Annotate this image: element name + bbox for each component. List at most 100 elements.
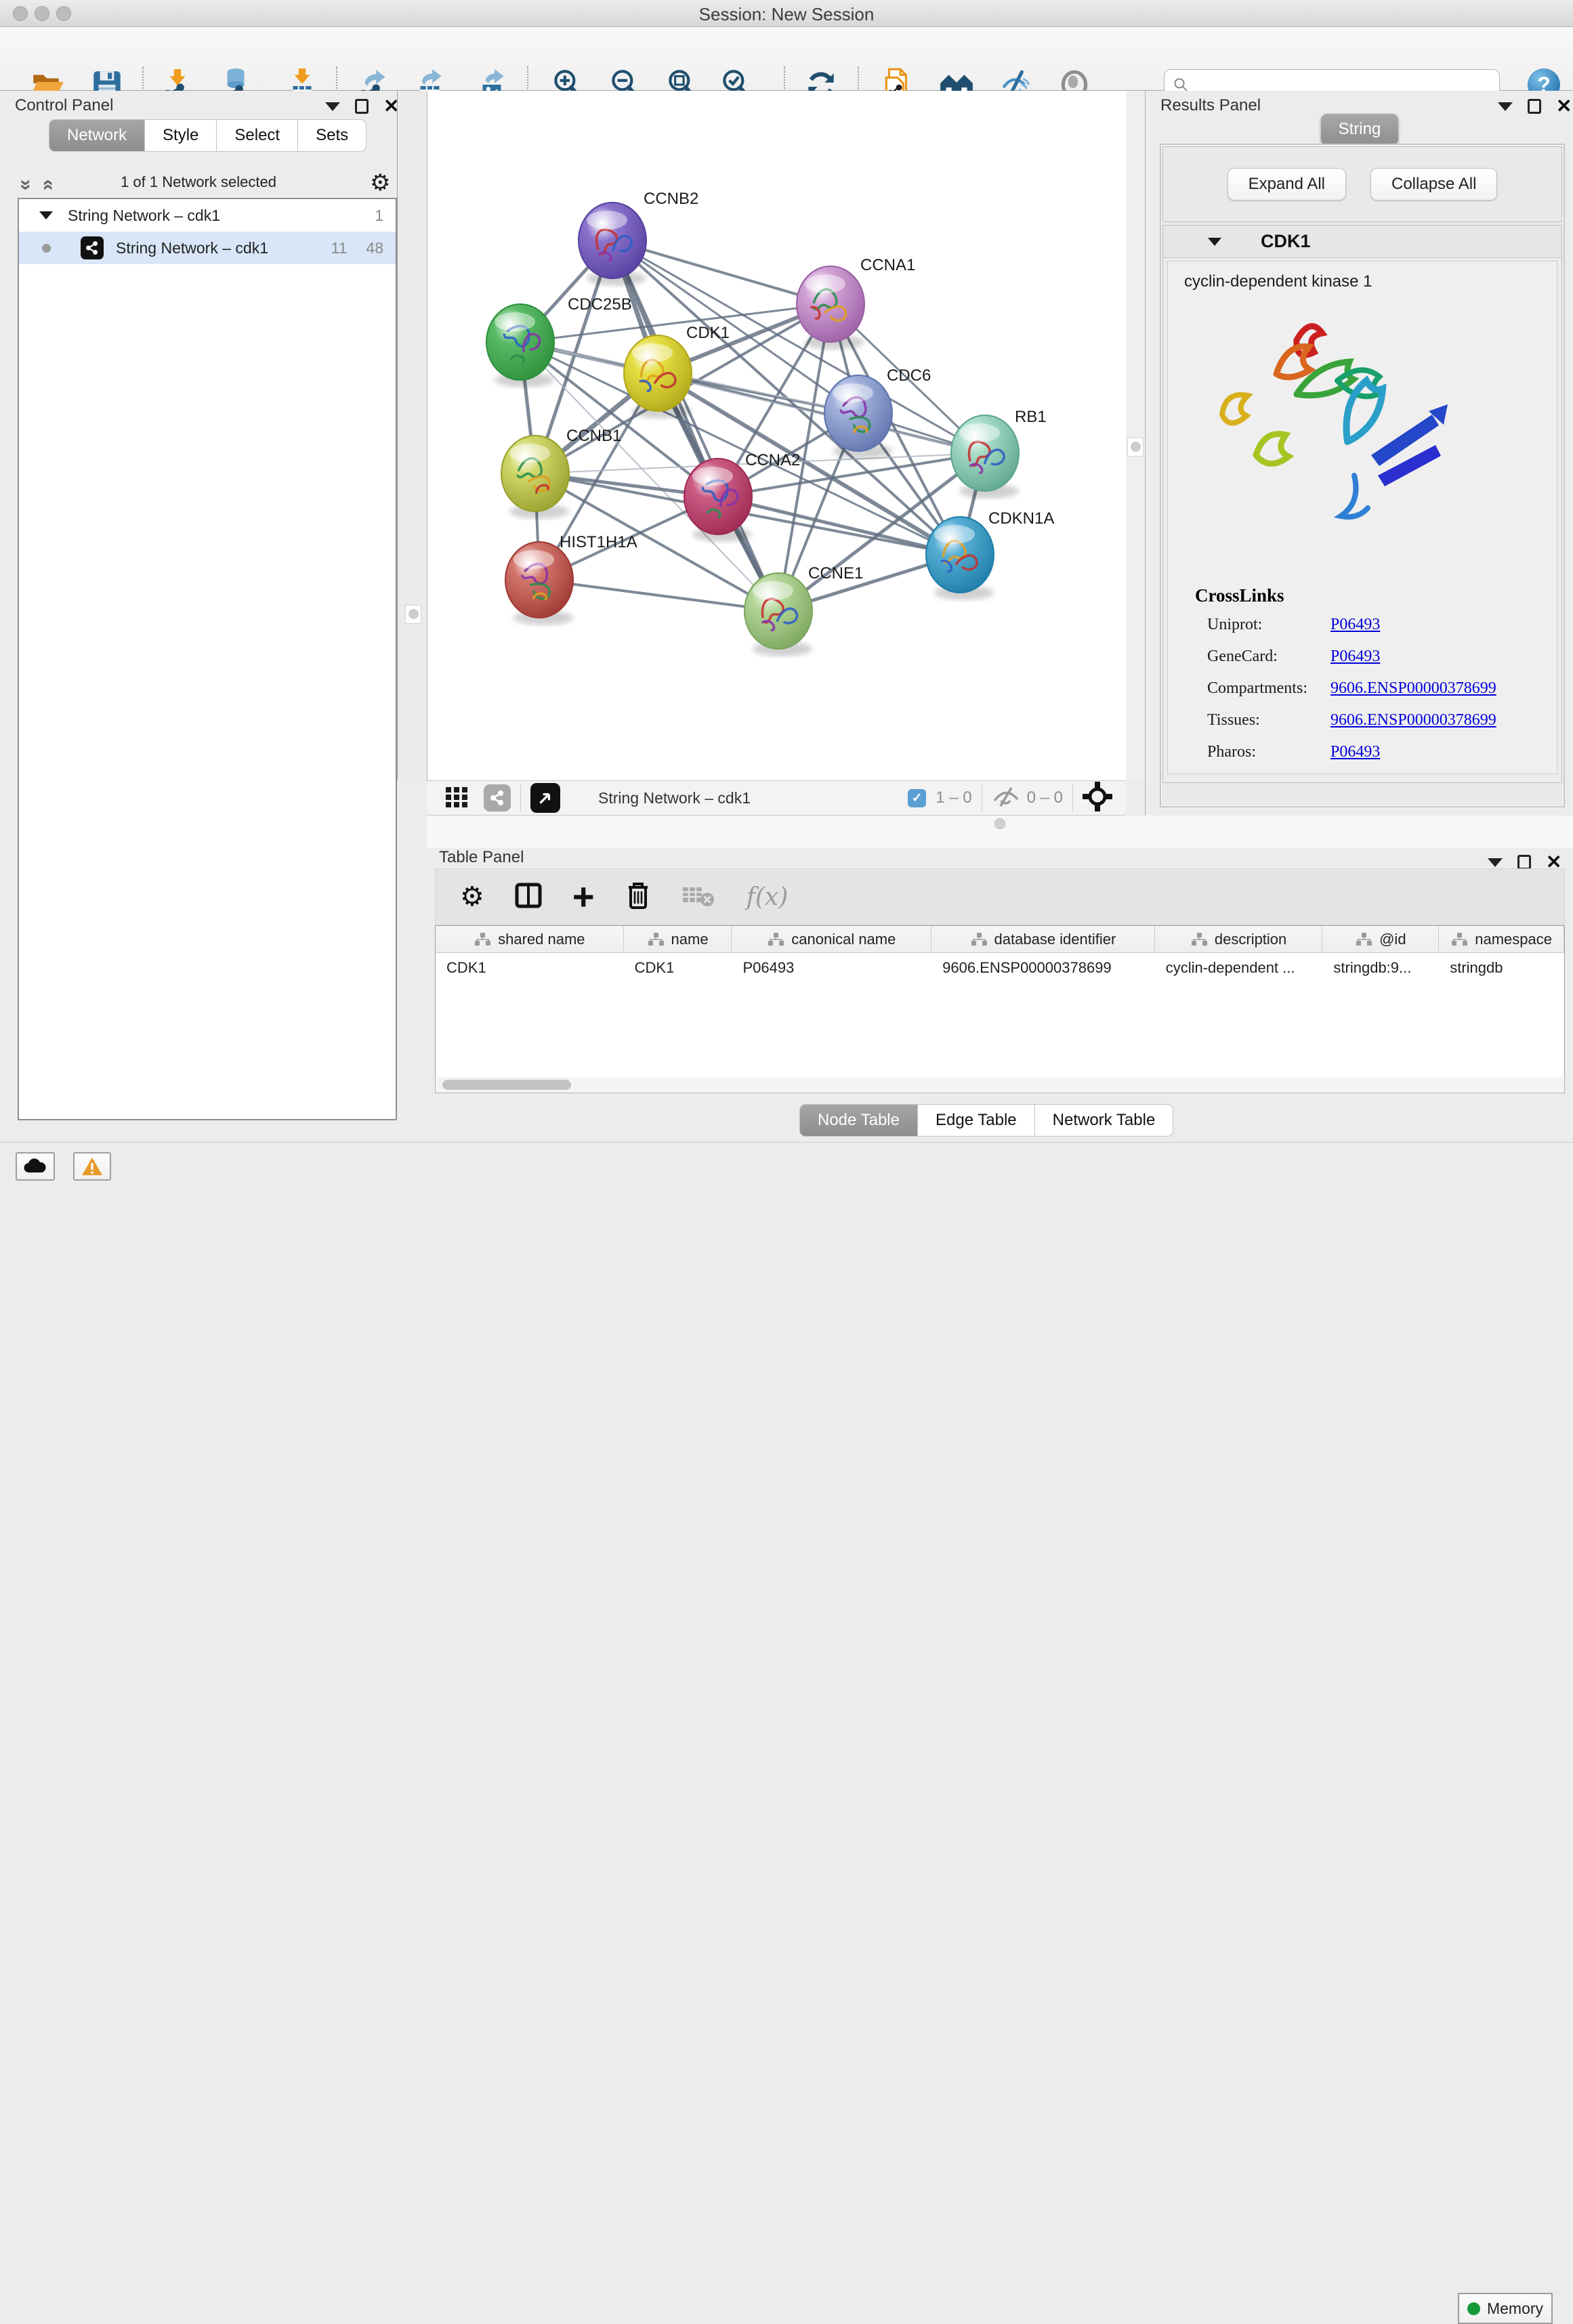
table-toolbar: ⚙ + f(x) [435,868,1565,925]
table-cell[interactable]: P06493 [732,953,931,983]
tab-select[interactable]: Select [217,119,298,152]
gene-entry-header[interactable]: CDK1 [1163,226,1561,258]
collection-count: 1 [375,207,383,225]
node-label: CDKN1A [988,509,1054,528]
table-body: CDK1CDK1P064939606.ENSP00000378699cyclin… [436,953,1564,983]
entry-expander-icon[interactable] [1208,238,1221,246]
tab-sets[interactable]: Sets [298,119,366,152]
network-canvas[interactable]: CCNB2CCNA1CDC25BCDK1CDC6RB1CCNB1CCNA2CDK… [427,91,1126,780]
tab-edge-table[interactable]: Edge Table [918,1104,1035,1137]
network-collection-row[interactable]: String Network – cdk1 1 [19,199,396,232]
tab-network[interactable]: Network [49,119,145,152]
network-node-hist1h1a[interactable]: HIST1H1A [505,533,637,625]
memory-label: Memory [1487,2300,1543,2318]
right-splitter[interactable] [1126,91,1145,780]
warning-icon [81,1156,104,1177]
panel-float-icon[interactable] [1528,99,1541,114]
results-panel-title: Results Panel [1160,96,1261,115]
panel-collapse-icon[interactable] [1498,102,1513,111]
network-node-rb1[interactable]: RB1 [951,408,1047,499]
panel-float-icon[interactable] [355,99,369,114]
panel-close-icon[interactable]: ✕ [1546,855,1561,870]
crosslinks-title: CrossLinks [1195,585,1496,606]
tab-node-table[interactable]: Node Table [799,1104,918,1137]
node-label: CDC6 [887,366,931,385]
hidden-eye-icon[interactable] [992,786,1020,811]
column-header-shared-name[interactable]: shared name [436,926,624,952]
main-toolbar: ? [0,27,1573,91]
network-node-cdkn1a[interactable]: CDKN1A [926,509,1054,600]
gene-name: CDK1 [1261,231,1311,252]
table-cell[interactable]: cyclin-dependent ... [1155,953,1323,983]
memory-button[interactable]: Memory [1458,2293,1553,2324]
tab-network-table[interactable]: Network Table [1035,1104,1174,1137]
tree-expander-icon[interactable] [39,211,53,219]
table-settings-gear-icon[interactable]: ⚙ [460,881,484,912]
node-label: CCNB1 [566,427,621,445]
left-splitter[interactable] [397,91,427,780]
horizontal-splitter-handle[interactable] [994,818,1005,829]
panel-float-icon[interactable] [1517,855,1531,870]
network-options-gear-icon[interactable]: ⚙ [370,169,390,196]
crosslink-value-link[interactable]: 9606.ENSP00000378699 [1330,711,1496,730]
network-node-ccna1[interactable]: CCNA1 [797,256,915,350]
add-column-icon[interactable]: + [572,883,595,910]
crosslink-value-link[interactable]: P06493 [1330,616,1380,634]
warnings-button[interactable] [73,1152,111,1181]
expand-all-button[interactable]: Expand All [1228,168,1346,200]
table-cell[interactable]: 9606.ENSP00000378699 [931,953,1155,983]
table-cell[interactable]: CDK1 [436,953,624,983]
crosslink-value-link[interactable]: P06493 [1330,648,1380,666]
crosslink-label: Tissues: [1195,711,1330,730]
column-header-canonical-name[interactable]: canonical name [732,926,931,952]
delete-table-icon[interactable] [681,883,717,911]
panel-collapse-icon[interactable] [325,102,340,111]
delete-column-icon[interactable] [625,881,652,914]
network-edge[interactable] [539,580,778,611]
splitter-handle[interactable] [408,609,419,619]
network-node-ccne1[interactable]: CCNE1 [744,564,863,656]
panel-collapse-icon[interactable] [1488,858,1503,867]
column-header-name[interactable]: name [624,926,732,952]
table-cell[interactable]: stringdb:9... [1322,953,1439,983]
column-header-description[interactable]: description [1155,926,1323,952]
panel-close-icon[interactable]: ✕ [1556,99,1572,114]
network-current-bullet [42,244,51,253]
cloud-button[interactable] [16,1152,55,1181]
scrollbar-thumb[interactable] [442,1080,571,1090]
node-label: RB1 [1015,408,1047,426]
tab-string[interactable]: String [1321,114,1398,145]
column-header-database-identifier[interactable]: database identifier [931,926,1155,952]
node-label: CCNA2 [745,451,800,469]
results-button-row: Expand All Collapse All [1162,146,1562,222]
crosslink-value-link[interactable]: 9606.ENSP00000378699 [1330,679,1496,698]
table-row[interactable]: CDK1CDK1P064939606.ENSP00000378699cyclin… [436,953,1564,983]
selected-count: 1 – 0 [936,788,971,807]
network-node-ccnb2[interactable]: CCNB2 [579,190,698,286]
cloud-icon [23,1158,47,1175]
control-panel: Control Panel ✕ NetworkStyleSelectSets »… [0,91,397,1142]
node-label: CDC25B [568,295,632,314]
tab-style[interactable]: Style [145,119,217,152]
birds-eye-grid-icon[interactable] [444,784,469,812]
table-cell[interactable]: CDK1 [624,953,732,983]
column-header-@id[interactable]: @id [1322,926,1439,952]
splitter-handle[interactable] [1131,442,1141,452]
collapse-all-button[interactable]: Collapse All [1370,168,1497,200]
table-panel-tabs: Node TableEdge TableNetwork Table [799,1104,1173,1137]
open-in-window-icon[interactable] [530,783,560,813]
network-graph[interactable]: CCNB2CCNA1CDC25BCDK1CDC6RB1CCNB1CCNA2CDK… [427,91,1127,780]
table-horizontal-scrollbar[interactable] [435,1077,1565,1093]
network-node-ccnb1[interactable]: CCNB1 [501,427,621,519]
crosslink-label: Pharos: [1195,743,1330,761]
network-row-selected[interactable]: String Network – cdk1 11 48 [19,232,396,264]
crosslink-value-link[interactable]: P06493 [1330,743,1380,761]
column-header-namespace[interactable]: namespace [1439,926,1564,952]
table-cell[interactable]: stringdb [1439,953,1564,983]
selected-nodes-checkbox[interactable]: ✓ [908,789,926,807]
network-edge-count: 48 [366,239,383,257]
function-builder-icon[interactable]: f(x) [747,883,789,911]
crosshair-icon[interactable] [1083,782,1112,815]
show-columns-icon[interactable] [514,881,543,913]
string-style-icon[interactable] [484,784,511,811]
